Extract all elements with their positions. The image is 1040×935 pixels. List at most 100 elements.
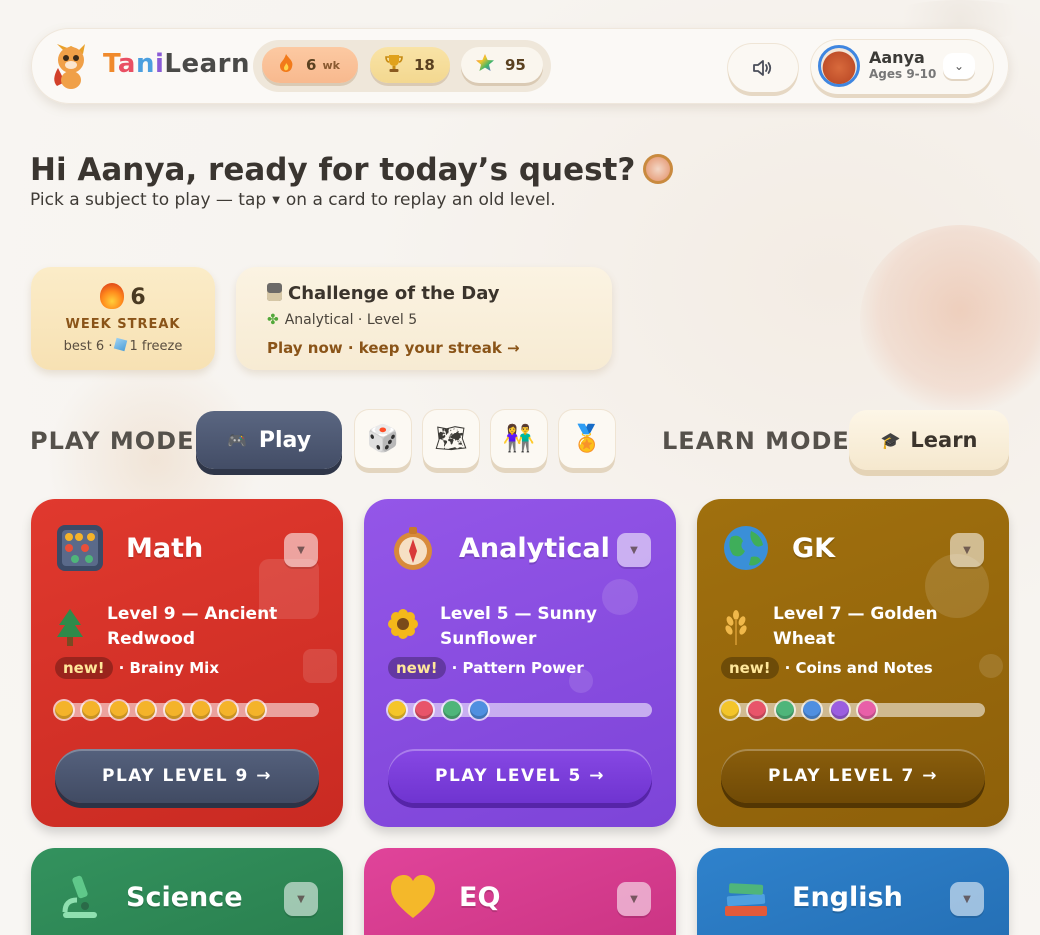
challenge-subtitle: ✤ Analytical · Level 5 xyxy=(267,312,417,328)
progress-dot xyxy=(830,701,849,719)
brand-letter: T xyxy=(103,49,118,79)
level-progress-track xyxy=(388,701,652,719)
subject-name: English xyxy=(792,882,903,913)
play-level-button[interactable]: PLAY LEVEL 9 → xyxy=(55,749,319,803)
friends-icon: 👫 xyxy=(502,424,536,454)
books-icon xyxy=(725,883,767,916)
level-topic: · Pattern Power xyxy=(451,659,584,677)
progress-dot xyxy=(246,701,265,719)
microscope-icon xyxy=(62,875,97,918)
week-streak-card[interactable]: 6 WEEK STREAK best 6 · 1 freeze xyxy=(31,267,215,370)
avatar xyxy=(818,45,860,87)
new-badge: new! xyxy=(388,657,446,679)
challenge-of-the-day-card[interactable]: Challenge of the Day ✤ Analytical · Level… xyxy=(236,267,612,370)
subtitle-part: Pick a subject to play — tap xyxy=(30,190,267,210)
streak-label: WEEK STREAK xyxy=(65,317,181,332)
level-tags: new! · Brainy Mix xyxy=(55,657,219,679)
replay-dropdown-button[interactable]: ▼ xyxy=(284,882,318,916)
trophy-count: 18 xyxy=(414,56,435,74)
progress-dot xyxy=(470,701,489,719)
progress-dot xyxy=(388,701,406,719)
replay-dropdown-button[interactable]: ▼ xyxy=(950,882,984,916)
streak-card-count: 6 xyxy=(130,285,146,310)
streak-best: best 6 · 1 freeze xyxy=(31,337,215,354)
abacus-icon xyxy=(267,283,282,301)
new-badge: new! xyxy=(55,657,113,679)
subject-card-analytical[interactable]: Analytical ▼ Level 5 — Sunny Sunflower n… xyxy=(364,499,676,827)
gamepad-icon: 🎮 xyxy=(226,430,247,450)
challenge-play-link[interactable]: Play now · keep your streak → xyxy=(267,339,520,357)
caret-down-icon: ▼ xyxy=(272,195,280,206)
learn-mode-label: LEARN MODE xyxy=(662,427,850,455)
brand-wordmark[interactable]: TaniLearn xyxy=(103,49,250,79)
graduation-cap-icon: 🎓 xyxy=(880,430,901,450)
speaker-icon xyxy=(753,60,772,76)
profile-name: Aanya xyxy=(869,48,925,67)
subject-name: EQ xyxy=(459,882,501,913)
level-title: Level 9 — Ancient Redwood xyxy=(107,604,278,649)
play-level-button[interactable]: PLAY LEVEL 5 → xyxy=(388,749,652,803)
progress-dot xyxy=(721,701,739,719)
dice-icon: 🎲 xyxy=(366,424,400,454)
map-icon: 🗺 xyxy=(434,424,468,454)
play-mode-button[interactable]: 🎮 Play xyxy=(196,411,342,469)
medals-button[interactable]: 🏅 xyxy=(559,410,615,468)
profile-age: Ages 9-10 xyxy=(869,67,937,81)
flame-icon xyxy=(276,53,296,77)
tiger-mascot-logo-icon xyxy=(54,44,85,89)
map-button[interactable]: 🗺 xyxy=(423,410,479,468)
level-topic: · Brainy Mix xyxy=(118,659,219,677)
progress-dot xyxy=(219,701,238,719)
subject-card-gk[interactable]: GK ▼ Level 7 — Golden Wheat new! · Coins … xyxy=(697,499,1009,827)
challenge-subtitle-text: Analytical · Level 5 xyxy=(284,312,418,328)
subject-card-english[interactable]: English ▼ xyxy=(697,848,1009,935)
abacus-icon xyxy=(57,525,103,571)
sound-toggle-button[interactable] xyxy=(728,44,798,92)
progress-dot xyxy=(82,701,101,719)
subject-name: Analytical xyxy=(459,533,610,564)
brand-letter: i xyxy=(154,49,165,79)
streak-number: 6 xyxy=(31,283,215,310)
puzzle-icon: ✤ xyxy=(267,312,279,328)
level-title: Level 5 — Sunny Sunflower xyxy=(440,604,598,649)
brand-letter: Learn xyxy=(164,49,250,79)
globe-icon xyxy=(724,526,768,570)
star-count: 95 xyxy=(505,56,526,74)
subject-card-math[interactable]: Math ▼ Level 9 — Ancient Redwood new! · B… xyxy=(31,499,343,827)
learn-mode-button-label: Learn xyxy=(910,428,978,452)
replay-dropdown-button[interactable]: ▼ xyxy=(284,533,318,567)
streak-pill[interactable]: 6 wk xyxy=(262,47,358,83)
new-badge: new! xyxy=(721,657,779,679)
star-pill[interactable]: 95 xyxy=(461,47,543,83)
trophy-icon xyxy=(384,53,404,77)
streak-freeze-text: 1 freeze xyxy=(129,339,183,354)
sunflower-icon xyxy=(388,609,418,639)
ice-cube-icon xyxy=(114,337,128,352)
profile-menu[interactable]: Aanya Ages 9-10 ⌄ xyxy=(811,40,993,94)
replay-dropdown-button[interactable]: ▼ xyxy=(950,533,984,567)
subject-name: Science xyxy=(126,882,243,913)
progress-dot xyxy=(192,701,210,719)
friends-button[interactable]: 👫 xyxy=(491,410,547,468)
page-subtitle: Pick a subject to play — tap ▼ on a card t… xyxy=(30,190,556,210)
progress-dot xyxy=(55,701,73,719)
replay-dropdown-button[interactable]: ▼ xyxy=(617,533,651,567)
learn-mode-button[interactable]: 🎓 Learn xyxy=(849,410,1009,470)
medals-icon: 🏅 xyxy=(570,424,604,454)
dice-button[interactable]: 🎲 xyxy=(355,410,411,468)
subject-name: GK xyxy=(792,533,836,564)
level-topic: · Coins and Notes xyxy=(784,659,933,677)
play-level-button[interactable]: PLAY LEVEL 7 → xyxy=(721,749,985,803)
chevron-down-icon[interactable]: ⌄ xyxy=(943,53,975,79)
subtitle-part: on a card to replay an old level. xyxy=(285,190,556,210)
trophy-pill[interactable]: 18 xyxy=(370,47,450,83)
compass-icon xyxy=(643,153,674,184)
replay-dropdown-button[interactable]: ▼ xyxy=(617,882,651,916)
brand-letter: n xyxy=(135,49,155,79)
streak-count: 6 xyxy=(306,56,317,74)
subject-card-science[interactable]: Science ▼ xyxy=(31,848,343,935)
progress-dot xyxy=(803,701,822,719)
heart-icon xyxy=(391,875,435,918)
brand-letter: a xyxy=(117,49,136,79)
subject-card-eq[interactable]: EQ ▼ xyxy=(364,848,676,935)
